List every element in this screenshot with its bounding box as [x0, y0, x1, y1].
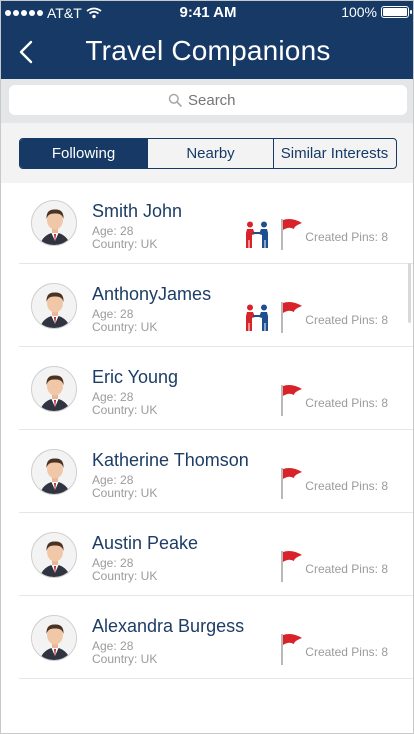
- flag-icon: [281, 302, 302, 333]
- list-item[interactable]: AnthonyJames Age: 28 Country: UK Created…: [19, 264, 413, 347]
- companion-name: Alexandra Burgess: [92, 616, 245, 636]
- created-pins: Created Pins: 8: [305, 396, 388, 410]
- avatar: [31, 366, 77, 412]
- handshake-icon: [246, 221, 268, 248]
- avatar: [31, 532, 77, 578]
- flag-icon: [281, 468, 302, 499]
- search-bar: [1, 79, 413, 123]
- created-pins: Created Pins: 8: [305, 313, 388, 327]
- search-input[interactable]: [188, 91, 248, 109]
- companion-country: Country: UK: [92, 320, 158, 334]
- created-pins: Created Pins: 8: [305, 230, 388, 244]
- companion-age: Age: 28: [92, 390, 134, 404]
- companion-name: Austin Peake: [92, 533, 199, 553]
- companion-name: Eric Young: [92, 367, 179, 387]
- companion-name: AnthonyJames: [92, 284, 212, 304]
- flag-icon: [281, 219, 302, 250]
- companion-country: Country: UK: [92, 486, 158, 500]
- search-icon: [168, 93, 182, 107]
- avatar: [31, 283, 77, 329]
- created-pins: Created Pins: 8: [305, 562, 388, 576]
- handshake-icon: [246, 304, 268, 331]
- avatar: [31, 449, 77, 495]
- battery-percentage: 100%: [341, 4, 377, 20]
- companion-country: Country: UK: [92, 569, 158, 583]
- list-item[interactable]: Austin Peake Age: 28 Country: UK Created…: [19, 513, 413, 596]
- status-right: 100%: [341, 4, 412, 20]
- list-item[interactable]: Alexandra Burgess Age: 28 Country: UK Cr…: [19, 596, 413, 679]
- list-item[interactable]: Katherine Thomson Age: 28 Country: UK Cr…: [19, 430, 413, 513]
- companion-country: Country: UK: [92, 403, 158, 417]
- companion-age: Age: 28: [92, 473, 134, 487]
- filter-bar: Following Nearby Similar Interests: [1, 123, 413, 183]
- segmented-control: Following Nearby Similar Interests: [19, 138, 397, 169]
- list-item[interactable]: Smith John Age: 28 Country: UK Created P…: [19, 181, 413, 264]
- companion-name: Katherine Thomson: [92, 450, 249, 470]
- header: AT&T 9:41 AM 100% Travel Companions: [1, 1, 413, 79]
- companion-name: Smith John: [92, 201, 183, 221]
- tab-nearby[interactable]: Nearby: [148, 139, 274, 168]
- battery-icon: [381, 6, 412, 18]
- companion-age: Age: 28: [92, 224, 134, 238]
- avatar: [31, 615, 77, 661]
- flag-icon: [281, 385, 302, 416]
- flag-icon: [281, 551, 302, 582]
- avatar: [31, 200, 77, 246]
- scrollbar[interactable]: [408, 263, 411, 323]
- tab-following[interactable]: Following: [20, 139, 148, 168]
- created-pins: Created Pins: 8: [305, 645, 388, 659]
- page-title: Travel Companions: [85, 35, 331, 66]
- companion-country: Country: UK: [92, 237, 158, 251]
- tab-similar-interests[interactable]: Similar Interests: [274, 139, 395, 168]
- status-bar: AT&T 9:41 AM 100%: [1, 1, 413, 25]
- companion-age: Age: 28: [92, 556, 134, 570]
- app-screen: AT&T 9:41 AM 100% Travel Companions Sear…: [0, 0, 414, 734]
- companion-country: Country: UK: [92, 652, 158, 666]
- companion-age: Age: 28: [92, 639, 134, 653]
- companion-list: Smith John Age: 28 Country: UK Created P…: [19, 181, 413, 679]
- companion-age: Age: 28: [92, 307, 134, 321]
- search-field[interactable]: [9, 85, 407, 115]
- flag-icon: [281, 634, 302, 665]
- list-item[interactable]: Eric Young Age: 28 Country: UK Created P…: [19, 347, 413, 430]
- created-pins: Created Pins: 8: [305, 479, 388, 493]
